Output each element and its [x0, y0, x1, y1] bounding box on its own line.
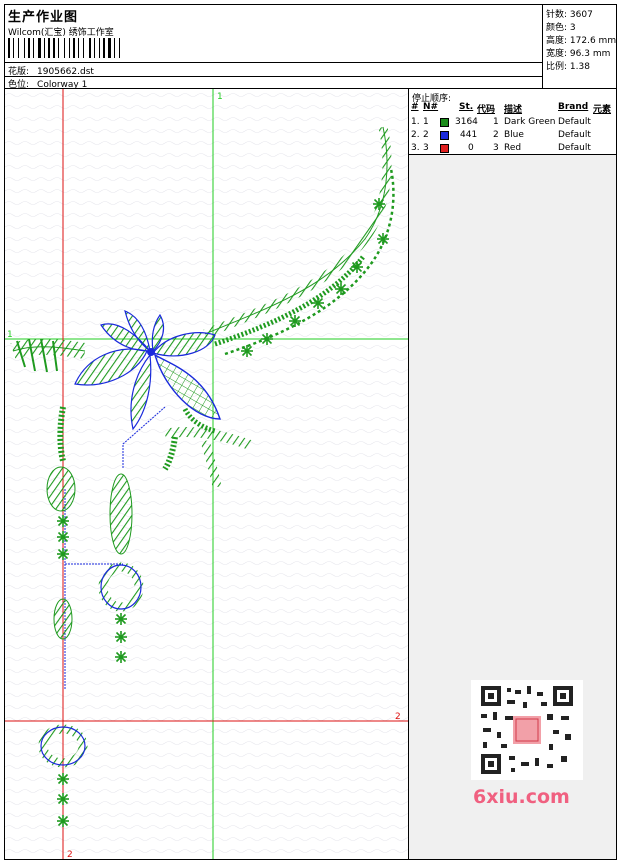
table-row[interactable]: 3. 3 0 3 Red Default [409, 143, 616, 156]
design-canvas[interactable]: 1 1 2 2 [5, 89, 409, 859]
stat-colors: 颜色: 3 [546, 23, 576, 33]
guide-label-red-h: 2 [395, 712, 401, 722]
stat-scale: 比例: 1.38 [546, 62, 590, 72]
studio-name: Wilcom(汇宝) 绣饰工作室 [8, 28, 114, 38]
design-stats: 针数: 3607 颜色: 3 高度: 172.6 mm 宽度: 96.3 mm … [542, 5, 616, 89]
table-header: # N# St. 代码 描述 Brand 元素 [409, 102, 616, 115]
sheet-header: 生产作业图 Wilcom(汇宝) 绣饰工作室 花版: 1905662.dst 色位… [5, 5, 616, 90]
stat-height: 高度: 172.6 mm [546, 36, 617, 46]
color-swatch [440, 131, 449, 140]
watermark-text: 6xiu.com [473, 786, 570, 808]
col-code: 代码 [477, 105, 496, 115]
stop-sequence-table: 停止顺序: # N# St. 代码 描述 Brand 元素 1. 1 3164 … [409, 89, 616, 155]
col-desc: 描述 [504, 105, 523, 115]
stat-stitches: 针数: 3607 [546, 10, 593, 20]
col-brand: Brand [558, 102, 589, 112]
header-info: 生产作业图 Wilcom(汇宝) 绣饰工作室 花版: 1905662.dst 色位… [5, 5, 542, 90]
barcode [8, 38, 142, 58]
guide-label-green-h: 1 [7, 330, 13, 340]
col-n: N# [423, 102, 439, 112]
col-element: 元素 [593, 105, 612, 115]
stat-width: 宽度: 96.3 mm [546, 49, 611, 59]
guide-label-red-v: 2 [67, 850, 73, 859]
col-stitches: St. [459, 102, 474, 112]
watermark-qr [471, 680, 583, 780]
table-row[interactable]: 2. 2 441 2 Blue Default [409, 130, 616, 143]
embroidery-design: 1 1 2 2 [5, 89, 408, 859]
color-swatch [440, 144, 449, 153]
page-title: 生产作业图 [8, 10, 79, 25]
col-num: # [411, 102, 419, 112]
qr-code-icon [479, 684, 575, 776]
guide-label-green-v: 1 [217, 92, 223, 102]
color-swatch [440, 118, 449, 127]
table-row[interactable]: 1. 1 3164 1 Dark Green Default [409, 117, 616, 130]
